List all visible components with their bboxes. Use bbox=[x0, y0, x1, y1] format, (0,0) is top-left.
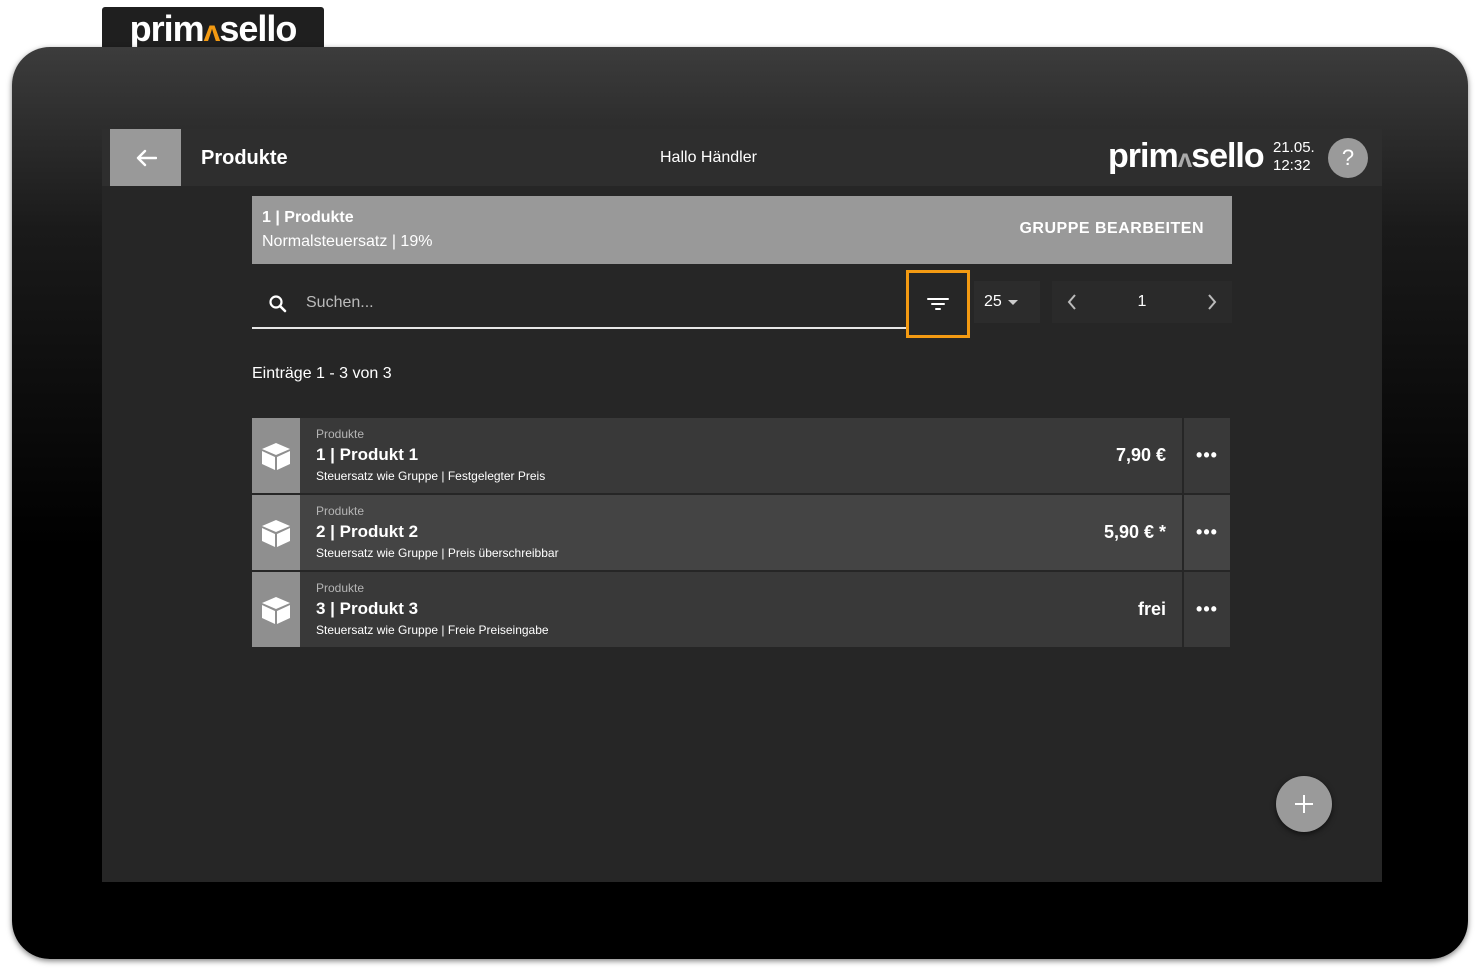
caret-down-icon bbox=[1007, 299, 1018, 305]
box-icon bbox=[252, 495, 300, 570]
more-options-button[interactable]: ••• bbox=[1182, 418, 1230, 493]
plus-icon bbox=[1295, 795, 1313, 813]
logo-prefix: prim bbox=[129, 8, 205, 49]
header-logo: primʌsello bbox=[1108, 137, 1265, 175]
brand-logo-tab: primʌsello bbox=[102, 7, 324, 51]
product-description: Steuersatz wie Gruppe | Festgelegter Pre… bbox=[316, 469, 546, 483]
logo-accent: ʌ bbox=[1177, 143, 1193, 173]
edit-group-button[interactable]: GRUPPE BEARBEITEN bbox=[1019, 220, 1204, 238]
product-price: frei bbox=[1137, 599, 1166, 619]
entries-count: Einträge 1 - 3 von 3 bbox=[252, 365, 392, 382]
product-name: 2 | Produkt 2 bbox=[316, 522, 419, 541]
product-name: 1 | Produkt 1 bbox=[316, 445, 419, 464]
more-options-button[interactable]: ••• bbox=[1182, 572, 1230, 647]
product-description: Steuersatz wie Gruppe | Preis überschrei… bbox=[316, 546, 559, 560]
product-list: Produkte 1 | Produkt 1 Steuersatz wie Gr… bbox=[252, 418, 1230, 649]
time-text: 12:32 bbox=[1273, 157, 1311, 174]
box-icon bbox=[252, 418, 300, 493]
product-price: 7,90 € bbox=[1115, 445, 1166, 465]
product-category: Produkte bbox=[316, 581, 365, 595]
logo-suffix: sello bbox=[1191, 137, 1264, 175]
group-subtitle: Normalsteuersatz | 19% bbox=[262, 233, 433, 250]
product-description: Steuersatz wie Gruppe | Freie Preiseinga… bbox=[316, 623, 549, 637]
filter-button[interactable] bbox=[906, 270, 970, 338]
chevron-right-icon[interactable] bbox=[1206, 293, 1218, 311]
back-button[interactable] bbox=[110, 129, 181, 186]
logo-prefix: prim bbox=[1108, 137, 1179, 175]
page-title: Produkte bbox=[201, 147, 288, 169]
logo-suffix: sello bbox=[219, 8, 297, 49]
chevron-left-icon[interactable] bbox=[1066, 293, 1078, 311]
add-button[interactable] bbox=[1276, 776, 1332, 832]
page-size-value: 25 bbox=[984, 293, 1002, 310]
list-item[interactable]: Produkte 3 | Produkt 3 Steuersatz wie Gr… bbox=[252, 572, 1230, 647]
page-size-select[interactable]: 25 bbox=[974, 281, 1040, 323]
pagination: 1 bbox=[1052, 281, 1232, 323]
list-item[interactable]: Produkte 2 | Produkt 2 Steuersatz wie Gr… bbox=[252, 495, 1230, 570]
greeting-text: Hallo Händler bbox=[660, 149, 757, 166]
product-price: 5,90 € * bbox=[1103, 522, 1166, 542]
help-button[interactable]: ? bbox=[1328, 138, 1368, 178]
group-title: 1 | Produkte bbox=[262, 209, 354, 226]
arrow-left-icon bbox=[136, 149, 157, 166]
search-bar bbox=[252, 273, 907, 329]
date-text: 21.05. bbox=[1273, 139, 1315, 156]
product-name: 3 | Produkt 3 bbox=[316, 599, 419, 618]
more-options-button[interactable]: ••• bbox=[1182, 495, 1230, 570]
app-screen: Produkte Hallo Händler primʌsello 21.05.… bbox=[102, 129, 1382, 882]
box-icon bbox=[252, 572, 300, 647]
datetime: 21.05. 12:32 bbox=[1273, 139, 1315, 175]
list-item[interactable]: Produkte 1 | Produkt 1 Steuersatz wie Gr… bbox=[252, 418, 1230, 493]
brand-logo: primʌsello bbox=[129, 8, 298, 49]
group-header: 1 | Produkte Normalsteuersatz | 19% GRUP… bbox=[252, 196, 1232, 264]
current-page: 1 bbox=[1137, 293, 1147, 310]
product-category: Produkte bbox=[316, 427, 365, 441]
app-header: Produkte Hallo Händler primʌsello 21.05.… bbox=[102, 129, 1382, 186]
filter-icon bbox=[927, 298, 949, 310]
logo-accent: ʌ bbox=[203, 15, 221, 48]
search-input[interactable] bbox=[304, 287, 888, 319]
product-category: Produkte bbox=[316, 504, 365, 518]
search-icon bbox=[269, 295, 287, 313]
